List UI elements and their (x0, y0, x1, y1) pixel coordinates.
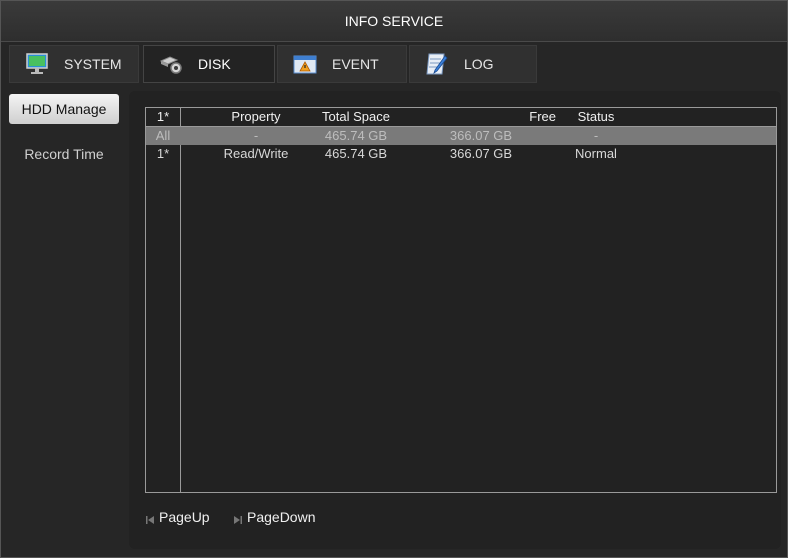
cell-total-space: 465.74 GB (324, 128, 388, 143)
page-up-label: PageUp (159, 509, 210, 525)
col-header-status: Status (577, 109, 615, 124)
col-header-total-space: Total Space (322, 109, 390, 124)
page-down-button[interactable]: PageDown (233, 509, 316, 525)
cell-id: 1* (156, 146, 170, 161)
sidebar-item-record-time[interactable]: Record Time (9, 139, 119, 169)
cell-free: 366.07 GB (449, 146, 513, 161)
tab-disk-label: DISK (198, 56, 231, 72)
page-down-label: PageDown (247, 509, 316, 525)
tab-event[interactable]: EVENT (277, 45, 407, 83)
notepad-pen-icon (424, 51, 450, 77)
cell-status: - (593, 128, 599, 143)
tab-event-label: EVENT (332, 56, 379, 72)
info-service-window: INFO SERVICE SYSTEM DISK EVENT LOG HDD M… (0, 0, 788, 558)
page-up-icon (145, 512, 155, 524)
table-row[interactable]: 1* Read/Write 465.74 GB 366.07 GB Normal (146, 145, 776, 163)
sidebar: HDD Manage Record Time (9, 91, 123, 551)
column-separator (180, 108, 181, 492)
col-header-id: 1* (156, 109, 170, 124)
col-header-free: Free (529, 109, 556, 124)
tab-log-label: LOG (464, 56, 494, 72)
warning-window-icon (292, 51, 318, 77)
tab-system-label: SYSTEM (64, 56, 122, 72)
tab-bar: SYSTEM DISK EVENT LOG (9, 45, 779, 85)
table-row[interactable]: All - 465.74 GB 366.07 GB - (146, 127, 776, 145)
cell-free: 366.07 GB (449, 128, 513, 143)
monitor-icon (24, 51, 50, 77)
cell-status: Normal (575, 146, 617, 161)
page-up-button[interactable]: PageUp (145, 509, 210, 525)
cell-total-space: 465.74 GB (324, 146, 388, 161)
window-title: INFO SERVICE (1, 1, 787, 42)
page-down-icon (233, 512, 243, 524)
tab-log[interactable]: LOG (409, 45, 537, 83)
content-panel: 1* Property Total Space Free Status All … (129, 91, 781, 549)
cell-id: All (155, 128, 171, 143)
hdd-table: 1* Property Total Space Free Status All … (145, 107, 777, 493)
tab-system[interactable]: SYSTEM (9, 45, 139, 83)
tab-disk[interactable]: DISK (143, 45, 275, 83)
table-header: 1* Property Total Space Free Status (146, 108, 776, 127)
sidebar-item-hdd-manage[interactable]: HDD Manage (9, 94, 119, 124)
disk-gear-icon (158, 51, 184, 77)
